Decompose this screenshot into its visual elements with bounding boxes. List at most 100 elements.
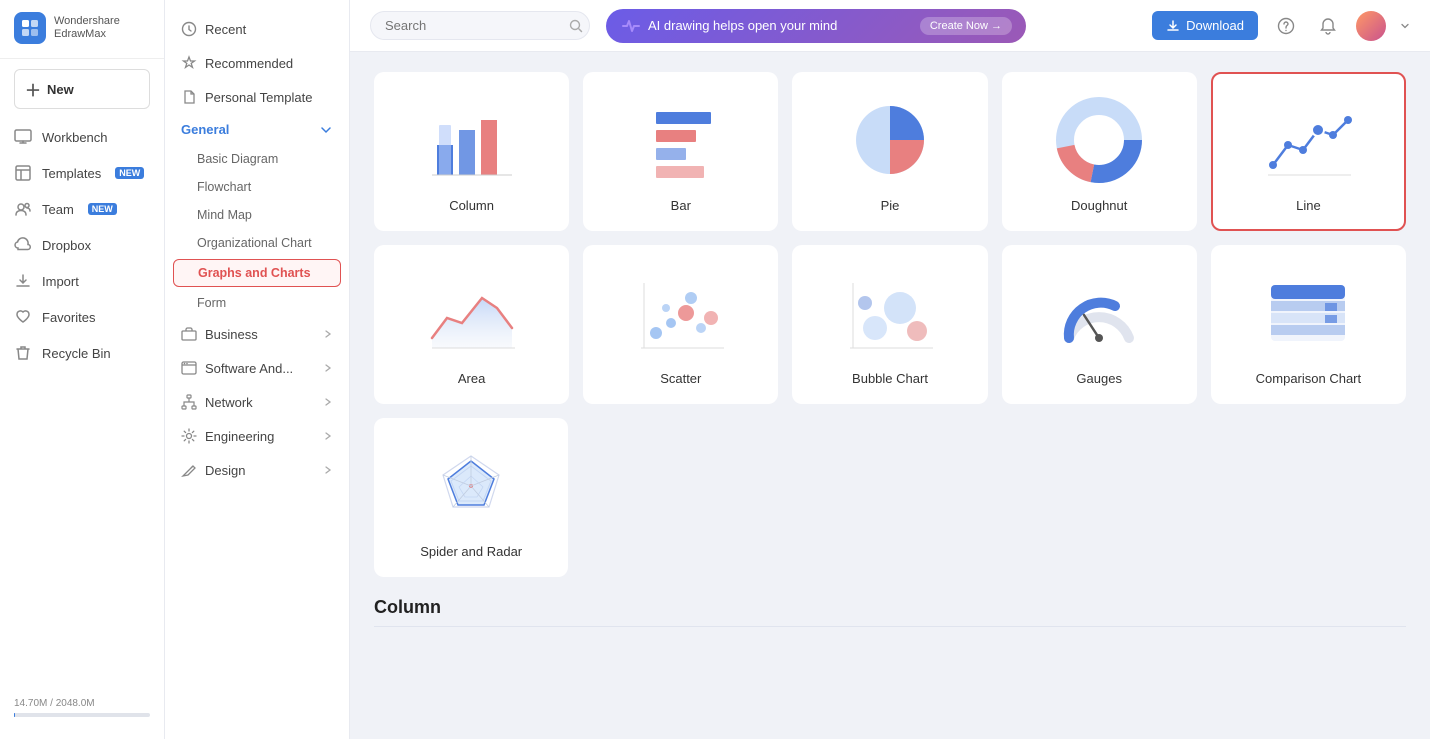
download-button[interactable]: Download bbox=[1152, 11, 1258, 40]
chart-card-line[interactable]: Line bbox=[1211, 72, 1406, 231]
software-label: Software And... bbox=[205, 361, 293, 376]
top-right-actions: Download bbox=[1152, 11, 1410, 41]
spider-label: Spider and Radar bbox=[420, 544, 522, 559]
personal-template-label: Personal Template bbox=[205, 90, 312, 105]
ai-banner[interactable]: AI drawing helps open your mind Create N… bbox=[606, 9, 1026, 43]
recycle-label: Recycle Bin bbox=[42, 346, 111, 361]
heart-icon bbox=[14, 308, 32, 326]
engineering-label: Engineering bbox=[205, 429, 274, 444]
chevron-right-icon2 bbox=[323, 363, 333, 373]
chart-card-doughnut[interactable]: Doughnut bbox=[1002, 72, 1197, 231]
sidebar-item-dropbox[interactable]: Dropbox bbox=[0, 227, 164, 263]
bubble-thumb bbox=[810, 263, 969, 363]
import-label: Import bbox=[42, 274, 79, 289]
avatar[interactable] bbox=[1356, 11, 1386, 41]
download-label: Download bbox=[1186, 18, 1244, 33]
general-label: General bbox=[181, 122, 229, 137]
sub-item-basic[interactable]: Basic Diagram bbox=[165, 145, 349, 173]
help-icon bbox=[1277, 17, 1295, 35]
sidebar-item-recycle[interactable]: Recycle Bin bbox=[0, 335, 164, 371]
bell-icon bbox=[1319, 17, 1337, 35]
help-button[interactable] bbox=[1272, 12, 1300, 40]
sub-item-form[interactable]: Form bbox=[165, 289, 349, 317]
templates-label: Templates bbox=[42, 166, 101, 181]
mid-item-personal[interactable]: Personal Template bbox=[165, 80, 349, 114]
storage-text: 14.70M / 2048.0M bbox=[14, 698, 150, 709]
storage-fill bbox=[14, 713, 15, 717]
category-software[interactable]: Software And... bbox=[165, 351, 349, 385]
bottom-section: Column bbox=[374, 597, 1406, 627]
network-label: Network bbox=[205, 395, 253, 410]
star-icon bbox=[181, 55, 197, 71]
chart-card-bar[interactable]: Bar bbox=[583, 72, 778, 231]
notifications-button[interactable] bbox=[1314, 12, 1342, 40]
category-business[interactable]: Business bbox=[165, 317, 349, 351]
business-icon bbox=[181, 326, 197, 342]
gauges-thumb bbox=[1020, 263, 1179, 363]
chevron-right-icon3 bbox=[323, 397, 333, 407]
people-icon bbox=[14, 200, 32, 218]
new-button[interactable]: ＋ New bbox=[14, 69, 150, 109]
recent-label: Recent bbox=[205, 22, 246, 37]
create-now-button[interactable]: Create Now → bbox=[920, 17, 1012, 35]
spider-thumb bbox=[392, 436, 550, 536]
chevron-down-icon bbox=[319, 123, 333, 137]
category-network[interactable]: Network bbox=[165, 385, 349, 419]
mid-item-recommended[interactable]: Recommended bbox=[165, 46, 349, 80]
column-thumb bbox=[392, 90, 551, 190]
avatar-dropdown-icon bbox=[1400, 21, 1410, 31]
template-content: Column Bar bbox=[350, 52, 1430, 739]
pie-thumb bbox=[810, 90, 969, 190]
area-thumb bbox=[392, 263, 551, 363]
sidebar-item-favorites[interactable]: Favorites bbox=[0, 299, 164, 335]
search-input[interactable] bbox=[385, 18, 561, 33]
cloud-icon bbox=[14, 236, 32, 254]
logo-area: Wondershare EdrawMax bbox=[0, 12, 164, 59]
template-icon bbox=[14, 164, 32, 182]
gauges-label: Gauges bbox=[1076, 371, 1122, 386]
chart-grid-row1: Column Bar bbox=[374, 72, 1406, 231]
sub-item-org[interactable]: Organizational Chart bbox=[165, 229, 349, 257]
trash-icon bbox=[14, 344, 32, 362]
chart-card-pie[interactable]: Pie bbox=[792, 72, 987, 231]
scatter-label: Scatter bbox=[660, 371, 701, 386]
sub-item-mindmap[interactable]: Mind Map bbox=[165, 201, 349, 229]
search-icon bbox=[569, 19, 583, 33]
mid-item-recent[interactable]: Recent bbox=[165, 12, 349, 46]
chart-card-bubble[interactable]: Bubble Chart bbox=[792, 245, 987, 404]
chart-card-comparison[interactable]: Comparison Chart bbox=[1211, 245, 1406, 404]
storage-area: 14.70M / 2048.0M bbox=[0, 688, 164, 727]
clock-icon bbox=[181, 21, 197, 37]
import-icon bbox=[14, 272, 32, 290]
comparison-label: Comparison Chart bbox=[1256, 371, 1362, 386]
chart-card-gauges[interactable]: Gauges bbox=[1002, 245, 1197, 404]
category-design[interactable]: Design bbox=[165, 453, 349, 487]
sub-item-flowchart[interactable]: Flowchart bbox=[165, 173, 349, 201]
chart-card-column[interactable]: Column bbox=[374, 72, 569, 231]
sidebar-item-workbench[interactable]: Workbench bbox=[0, 119, 164, 155]
design-icon bbox=[181, 462, 197, 478]
doughnut-label: Doughnut bbox=[1071, 198, 1127, 213]
chart-card-scatter[interactable]: Scatter bbox=[583, 245, 778, 404]
mid-sidebar: Recent Recommended Personal Template Gen… bbox=[165, 0, 350, 739]
file-icon bbox=[181, 89, 197, 105]
chevron-right-icon bbox=[323, 329, 333, 339]
sidebar-item-team[interactable]: Team NEW bbox=[0, 191, 164, 227]
chart-grid-row3: Spider and Radar bbox=[374, 418, 1406, 577]
top-bar: AI drawing helps open your mind Create N… bbox=[350, 0, 1430, 52]
area-label: Area bbox=[458, 371, 485, 386]
chart-card-spider[interactable]: Spider and Radar bbox=[374, 418, 568, 577]
general-section[interactable]: General bbox=[165, 114, 349, 145]
chart-card-area[interactable]: Area bbox=[374, 245, 569, 404]
bubble-label: Bubble Chart bbox=[852, 371, 928, 386]
sub-item-graphs[interactable]: Graphs and Charts bbox=[173, 259, 341, 287]
search-box[interactable] bbox=[370, 11, 590, 40]
bar-label: Bar bbox=[671, 198, 691, 213]
sidebar-item-import[interactable]: Import bbox=[0, 263, 164, 299]
download-icon bbox=[1166, 19, 1180, 33]
network-icon bbox=[181, 394, 197, 410]
category-engineering[interactable]: Engineering bbox=[165, 419, 349, 453]
main-content: AI drawing helps open your mind Create N… bbox=[350, 0, 1430, 739]
sidebar-item-templates[interactable]: Templates NEW bbox=[0, 155, 164, 191]
new-label: New bbox=[47, 82, 74, 97]
